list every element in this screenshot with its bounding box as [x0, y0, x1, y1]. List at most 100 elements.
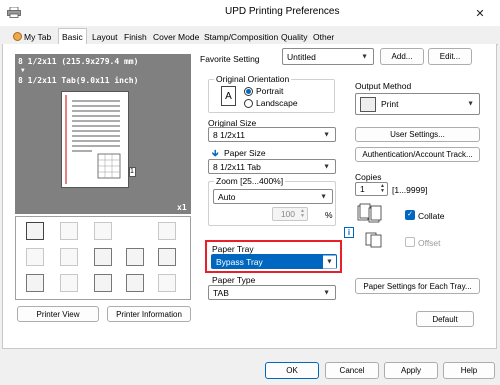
paper-icon: [94, 222, 112, 240]
chevron-down-icon: ▼: [320, 193, 327, 200]
tab-label: My Tab: [24, 32, 52, 42]
portrait-icon: A: [221, 86, 236, 106]
portrait-radio[interactable]: [244, 87, 253, 96]
tab-finish[interactable]: Finish: [121, 30, 150, 44]
chevron-down-icon: ▼: [467, 100, 474, 108]
person-icon: [13, 32, 22, 41]
document-icon[interactable]: [26, 274, 44, 292]
paper-tray-label: Paper Tray: [212, 244, 254, 254]
finishing-icon[interactable]: [158, 248, 176, 266]
close-icon[interactable]: ✕: [466, 0, 494, 26]
preview-original-size: 8 1/2x11 (215.9x279.4 mm): [18, 57, 139, 66]
help-label: Help: [460, 366, 478, 375]
tab-my-tab[interactable]: My Tab: [10, 30, 54, 44]
authentication-label: Authentication/Account Track...: [362, 150, 473, 159]
orientation-legend: Original Orientation: [214, 74, 292, 84]
tab-label: Quality: [281, 32, 308, 42]
paper-size-label: Paper Size: [224, 148, 266, 158]
original-size-select[interactable]: 8 1/2x11 ▼: [208, 127, 336, 142]
settings-icon: [158, 274, 176, 292]
help-button[interactable]: Help: [443, 362, 495, 379]
paper-type-select[interactable]: TAB ▼: [208, 285, 336, 300]
tab-label: Basic: [62, 32, 83, 42]
box-icon[interactable]: [126, 274, 144, 292]
printer-view-label: Printer View: [36, 309, 80, 319]
portrait-label: Portrait: [256, 86, 284, 96]
add-favorite-label: Add...: [391, 52, 413, 61]
tab-label: Cover Mode: [153, 32, 200, 42]
stamp-icon: [158, 222, 176, 240]
apply-label: Apply: [400, 366, 421, 375]
tab-other[interactable]: Other: [310, 30, 337, 44]
collate-icon: [356, 203, 382, 225]
preview-copies: x1: [177, 203, 187, 212]
tab-quality[interactable]: Quality: [278, 30, 310, 44]
copies-value: 1: [360, 184, 365, 194]
favorite-setting-select[interactable]: Untitled ▼: [282, 48, 374, 65]
landscape-label: Landscape: [256, 98, 298, 108]
chevron-down-icon: ▼: [323, 163, 330, 170]
paper-settings-each-tray-label: Paper Settings for Each Tray...: [363, 281, 472, 291]
tab-label: Stamp/Composition: [204, 32, 279, 42]
output-method-select[interactable]: Print ▼: [355, 93, 480, 115]
preview-page: [61, 91, 129, 188]
copies-input[interactable]: 1 ▲ ▼: [355, 182, 388, 196]
zoom-select[interactable]: Auto ▼: [213, 189, 333, 204]
tab-basic[interactable]: Basic: [58, 28, 87, 45]
tab-stamp-composition[interactable]: Stamp/Composition: [201, 30, 281, 44]
paper-type-label: Paper Type: [212, 275, 256, 285]
info-icon[interactable]: i: [344, 227, 354, 238]
tab-layout[interactable]: Layout: [89, 30, 121, 44]
staple-icon: [60, 274, 78, 292]
cancel-button[interactable]: Cancel: [325, 362, 379, 379]
offset-icon: [365, 232, 383, 248]
paper-tray-select[interactable]: Bypass Tray ▼: [211, 254, 337, 269]
printer-view-button[interactable]: Printer View: [17, 306, 99, 322]
text-icon[interactable]: [94, 248, 112, 266]
collate-label: Collate: [418, 211, 445, 221]
ok-label: OK: [286, 366, 298, 375]
zoom-number-input: 100 ▲ ▼: [272, 207, 308, 221]
paper-settings-each-tray-button[interactable]: Paper Settings for Each Tray...: [355, 278, 480, 294]
paper-size-select[interactable]: 8 1/2x11 Tab ▼: [208, 159, 336, 174]
spinner-icon: ▲ ▼: [380, 183, 385, 194]
page-layout-icon[interactable]: [126, 248, 144, 266]
print-icon[interactable]: [26, 222, 44, 240]
preview-paper-size: 8 1/2x11 Tab(9.0x11 inch): [18, 76, 139, 85]
paper-size-value: 8 1/2x11 Tab: [213, 161, 261, 172]
spinner-icon: ▲ ▼: [300, 208, 305, 219]
ok-button[interactable]: OK: [265, 362, 319, 379]
cancel-label: Cancel: [339, 366, 365, 375]
user-settings-button[interactable]: User Settings...: [355, 127, 480, 142]
authentication-button[interactable]: Authentication/Account Track...: [355, 147, 480, 162]
booklet-icon: [60, 248, 78, 266]
zoom-label: Zoom [25...400%]: [214, 176, 286, 186]
user-settings-label: User Settings...: [390, 130, 445, 139]
offset-checkbox: [405, 237, 415, 247]
edit-favorite-button[interactable]: Edit...: [428, 48, 472, 65]
chevron-down-icon: ▼: [323, 131, 330, 138]
print-icon: [360, 96, 376, 112]
output-method-label: Output Method: [355, 81, 412, 91]
printer-app-icon: [7, 6, 21, 18]
secure-print-icon[interactable]: [94, 274, 112, 292]
window-title: UPD Printing Preferences: [225, 6, 340, 17]
apply-button[interactable]: Apply: [384, 362, 438, 379]
favorite-setting-value: Untitled: [287, 51, 316, 62]
chevron-down-icon: ▼: [361, 53, 368, 60]
favorite-setting-label: Favorite Setting: [200, 54, 260, 64]
tab-cover-mode[interactable]: Cover Mode: [150, 30, 202, 44]
default-button[interactable]: Default: [416, 311, 474, 327]
paper-tray-value: Bypass Tray: [216, 256, 263, 267]
landscape-radio[interactable]: [244, 99, 253, 108]
default-label: Default: [432, 314, 458, 324]
add-favorite-button[interactable]: Add...: [380, 48, 424, 65]
tab-label: Finish: [124, 32, 147, 42]
tab-label: Layout: [92, 32, 118, 42]
chevron-down-icon: ▼: [323, 255, 336, 268]
preview-tab-number: 1: [130, 168, 134, 175]
collate-checkbox[interactable]: ✓: [405, 210, 415, 220]
printer-information-button[interactable]: Printer Information: [107, 306, 191, 322]
copies-range: [1...9999]: [392, 185, 428, 195]
printer-information-label: Printer Information: [116, 309, 182, 319]
